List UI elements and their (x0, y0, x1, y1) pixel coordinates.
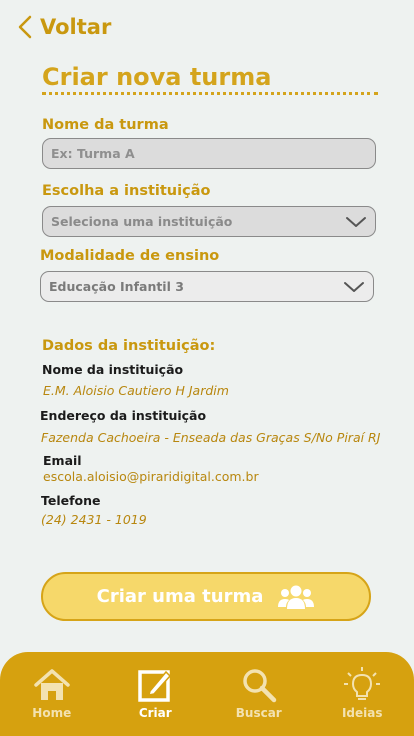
institution-select-value: Seleciona uma instituição (51, 214, 233, 229)
group-icon (278, 585, 315, 609)
nav-label-search: Buscar (235, 706, 282, 720)
nav-item-home[interactable]: Home (12, 666, 92, 720)
nav-item-search[interactable]: Buscar (219, 666, 299, 720)
back-button[interactable]: Voltar (16, 14, 111, 40)
modality-select[interactable]: Educação Infantil 3 (40, 271, 374, 302)
chevron-down-icon (344, 281, 364, 292)
lightbulb-icon (344, 667, 381, 700)
institution-data-heading: Dados da instituição: (42, 338, 216, 354)
create-class-label: Criar uma turma (96, 586, 264, 607)
class-name-label: Nome da turma (42, 117, 169, 133)
modality-label: Modalidade de ensino (40, 248, 220, 264)
class-name-input[interactable] (51, 146, 367, 161)
page-title: Criar nova turma (42, 63, 272, 91)
institution-email-value: escola.aloisio@piraridigital.com.br (43, 469, 259, 484)
institution-phone-label: Telefone (41, 493, 101, 508)
institution-phone-value: (24) 2431 - 1019 (41, 512, 147, 527)
nav-label-create: Criar (138, 706, 172, 720)
nav-item-ideas[interactable]: Ideias (322, 666, 402, 720)
back-label: Voltar (40, 15, 112, 39)
home-icon (34, 669, 70, 700)
institution-name-value: E.M. Aloisio Cautiero H Jardim (43, 383, 229, 398)
edit-icon (138, 670, 172, 702)
institution-label: Escolha a instituição (42, 183, 211, 199)
search-icon (243, 669, 276, 703)
chevron-down-icon (346, 216, 366, 227)
institution-select[interactable]: Seleciona uma instituição (42, 206, 376, 237)
institution-name-label: Nome da instituição (42, 362, 184, 377)
nav-label-home: Home (32, 706, 72, 720)
nav-label-ideas: Ideias (341, 706, 383, 720)
institution-address-label: Endereço da instituição (40, 408, 207, 423)
institution-email-label: Email (43, 453, 82, 468)
title-divider (42, 92, 378, 95)
bottom-nav: Home Criar Buscar Ideias (0, 652, 414, 736)
nav-item-create[interactable]: Criar (115, 666, 195, 720)
modality-select-value: Educação Infantil 3 (49, 279, 184, 294)
create-class-button[interactable]: Criar uma turma (41, 572, 371, 621)
class-name-field[interactable] (42, 138, 376, 169)
chevron-left-icon (18, 15, 32, 39)
institution-address-value: Fazenda Cachoeira - Enseada das Graças S… (41, 430, 381, 445)
